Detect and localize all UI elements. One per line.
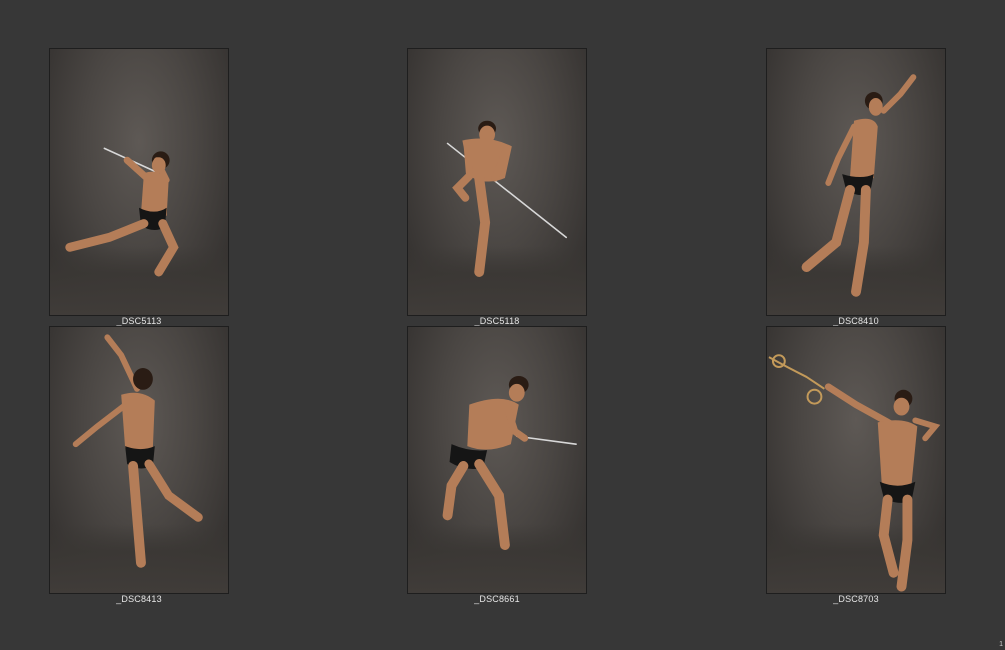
photo-filename: _DSC8661 (474, 594, 520, 604)
contact-sheet: _DSC5113 _DSC5118 _DSC8410 _DSC8413 _DSC… (0, 0, 1005, 650)
photo-thumbnail[interactable] (49, 326, 229, 594)
photo-filename: _DSC5113 (116, 316, 162, 326)
figure-sword-lunge-icon (65, 147, 179, 277)
photo-thumbnail[interactable] (766, 48, 946, 316)
figure-sword-step-icon (446, 120, 568, 277)
photo-thumbnail[interactable] (407, 326, 587, 594)
photo-filename: _DSC8703 (833, 594, 879, 604)
page-number: 1 (999, 641, 1003, 648)
figure-back-arm-raised-icon (72, 334, 203, 568)
photo-thumbnail[interactable] (407, 48, 587, 316)
figure-reach-up-icon (801, 74, 917, 297)
photo-filename: _DSC8413 (116, 594, 162, 604)
figure-rope-pull-icon (768, 354, 941, 592)
photo-filename: _DSC8410 (833, 316, 879, 326)
figure-dagger-lunge-icon (442, 375, 577, 550)
photo-thumbnail[interactable] (766, 326, 946, 594)
photo-filename: _DSC5118 (474, 316, 520, 326)
photo-thumbnail[interactable] (49, 48, 229, 316)
